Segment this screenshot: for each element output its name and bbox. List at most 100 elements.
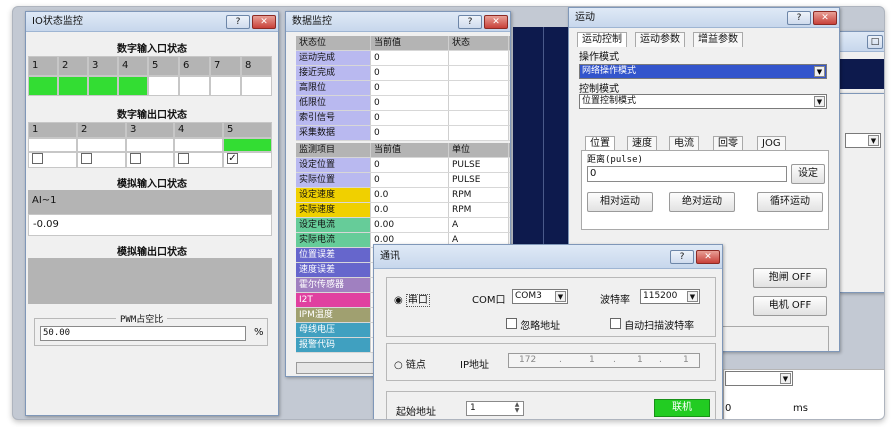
start-address-spinner[interactable]: ▲ ▼ xyxy=(512,402,522,415)
subtab-current[interactable]: 电流 xyxy=(669,136,699,151)
minimize-button[interactable]: □ xyxy=(867,35,883,49)
autoscan-baud-checkbox[interactable]: 自动扫描波特率 xyxy=(610,317,694,332)
start-address-label: 起始地址 xyxy=(396,407,436,418)
do-checkbox-2[interactable] xyxy=(81,153,92,164)
status-state xyxy=(449,81,509,95)
status-state xyxy=(449,51,509,65)
status-name: 接近完成 xyxy=(296,66,371,80)
status-state xyxy=(449,66,509,80)
motion-titlebar: 运动 ? ✕ xyxy=(569,8,839,28)
close-button[interactable]: ✕ xyxy=(696,250,720,264)
monitor-value: 0.0 xyxy=(371,188,449,202)
close-button[interactable]: ✕ xyxy=(813,11,837,25)
di-state-1 xyxy=(28,76,58,96)
help-button[interactable]: ? xyxy=(670,250,694,264)
network-radio[interactable]: ○ 链点 xyxy=(394,356,426,371)
tab-gain-params[interactable]: 增益参数 xyxy=(693,32,743,47)
status-row: 索引信号 0 xyxy=(296,111,510,126)
di-header-6: 6 xyxy=(179,56,210,76)
do-checkbox-1[interactable] xyxy=(32,153,43,164)
digital-input-header-row: 1 2 3 4 5 6 7 8 xyxy=(28,56,272,76)
ip-octet-4: 1 xyxy=(683,355,689,365)
chevron-down-icon: ▼ xyxy=(814,96,825,107)
monitor-header-unit: 单位 xyxy=(449,143,509,157)
ip-dot-1: . xyxy=(559,355,562,365)
tab-motion-params[interactable]: 运动参数 xyxy=(635,32,685,47)
ignore-address-checkbox[interactable]: 忽略地址 xyxy=(506,317,560,332)
chevron-down-icon: ▼ xyxy=(555,291,566,302)
monitor-value: 0.0 xyxy=(371,203,449,217)
close-button[interactable]: ✕ xyxy=(252,15,276,29)
set-button[interactable]: 设定 xyxy=(791,164,825,184)
monitor-unit: A xyxy=(449,218,509,232)
subtab-position[interactable]: 位置 xyxy=(585,136,615,151)
plot-gridline xyxy=(543,27,544,267)
background-combo[interactable]: ▼ xyxy=(845,133,881,148)
status-row: 采集数据 0 xyxy=(296,126,510,141)
motor-button[interactable]: 电机 OFF xyxy=(753,296,827,316)
tab-motion-control[interactable]: 运动控制 xyxy=(577,32,627,47)
monitor-value: 0 xyxy=(371,173,449,187)
lower-right-combo[interactable]: ▼ xyxy=(725,371,793,386)
serial-radio[interactable]: ◉ 串口 xyxy=(394,291,430,307)
loop-move-button[interactable]: 循环运动 xyxy=(757,192,823,212)
lower-right-ms: ms xyxy=(793,403,808,414)
ip-dot-2: . xyxy=(613,355,616,365)
di-state-4 xyxy=(118,76,148,96)
monitor-name: 实际速度 xyxy=(296,203,371,217)
di-state-2 xyxy=(58,76,88,96)
ip-dot-3: . xyxy=(659,355,662,365)
monitor-value: 0.00 xyxy=(371,218,449,232)
ctrl-mode-value: 位置控制模式 xyxy=(582,96,637,106)
subtab-speed[interactable]: 速度 xyxy=(627,136,657,151)
autoscan-baud-label: 自动扫描波特率 xyxy=(624,321,695,332)
help-button[interactable]: ? xyxy=(458,15,482,29)
baud-value: 115200 xyxy=(643,291,678,301)
do-header-4: 4 xyxy=(174,122,223,138)
ip-octet-3: 1 xyxy=(637,355,643,365)
status-row: 运动完成 0 xyxy=(296,51,510,66)
status-header-value: 当前值 xyxy=(371,36,449,50)
com-select[interactable]: COM3 ▼ xyxy=(512,289,568,304)
absolute-move-button[interactable]: 绝对运动 xyxy=(669,192,735,212)
close-button[interactable]: ✕ xyxy=(484,15,508,29)
status-value: 0 xyxy=(371,66,449,80)
do-state-2 xyxy=(77,138,126,152)
io-monitor-window: IO状态监控 ? ✕ 数字输入口状态 1 2 3 4 5 6 7 8 数字输出口… xyxy=(25,11,279,416)
do-checkbox-4[interactable] xyxy=(178,153,189,164)
subtab-homing[interactable]: 回零 xyxy=(713,136,743,151)
monitor-table-header: 监测项目 当前值 单位 xyxy=(296,143,510,158)
op-mode-value: 网络操作模式 xyxy=(582,66,637,76)
pwm-input[interactable]: 50.00 xyxy=(40,326,246,341)
monitor-name: 实际电流 xyxy=(296,233,371,247)
do-checkbox-5[interactable]: ✓ xyxy=(227,153,238,164)
relative-move-button[interactable]: 相对运动 xyxy=(587,192,653,212)
brake-button[interactable]: 抱闸 OFF xyxy=(753,268,827,288)
distance-input[interactable]: 0 xyxy=(587,166,787,182)
op-mode-select[interactable]: 网络操作模式 ▼ xyxy=(579,64,827,79)
background-plot xyxy=(837,59,884,89)
ip-input[interactable]: 172 . 1 . 1 . 1 xyxy=(508,353,700,368)
digital-output-header-row: 1 2 3 4 5 xyxy=(28,122,272,138)
status-name: 高限位 xyxy=(296,81,371,95)
help-button[interactable]: ? xyxy=(226,15,250,29)
digital-output-state-row xyxy=(28,138,272,152)
monitor-unit: PULSE xyxy=(449,158,509,172)
status-row: 高限位 0 xyxy=(296,81,510,96)
digital-output-title: 数字输出口状态 xyxy=(117,110,187,121)
background-window-2 xyxy=(839,93,884,293)
ctrl-mode-select[interactable]: 位置控制模式 ▼ xyxy=(579,94,827,109)
help-button[interactable]: ? xyxy=(787,11,811,25)
baud-select[interactable]: 115200 ▼ xyxy=(640,289,700,304)
do-header-1: 1 xyxy=(28,122,77,138)
status-value: 0 xyxy=(371,81,449,95)
connect-button[interactable]: 联机 xyxy=(654,399,710,417)
do-checkbox-3[interactable] xyxy=(130,153,141,164)
ignore-address-label: 忽略地址 xyxy=(520,321,561,332)
network-label: 链点 xyxy=(405,360,426,371)
ctrl-mode-label: 控制模式 xyxy=(579,84,619,95)
subtab-jog[interactable]: JOG xyxy=(757,136,786,151)
do-header-3: 3 xyxy=(126,122,174,138)
monitor-row: 设定速度 0.0 RPM xyxy=(296,188,510,203)
digital-input-title: 数字输入口状态 xyxy=(117,44,187,55)
